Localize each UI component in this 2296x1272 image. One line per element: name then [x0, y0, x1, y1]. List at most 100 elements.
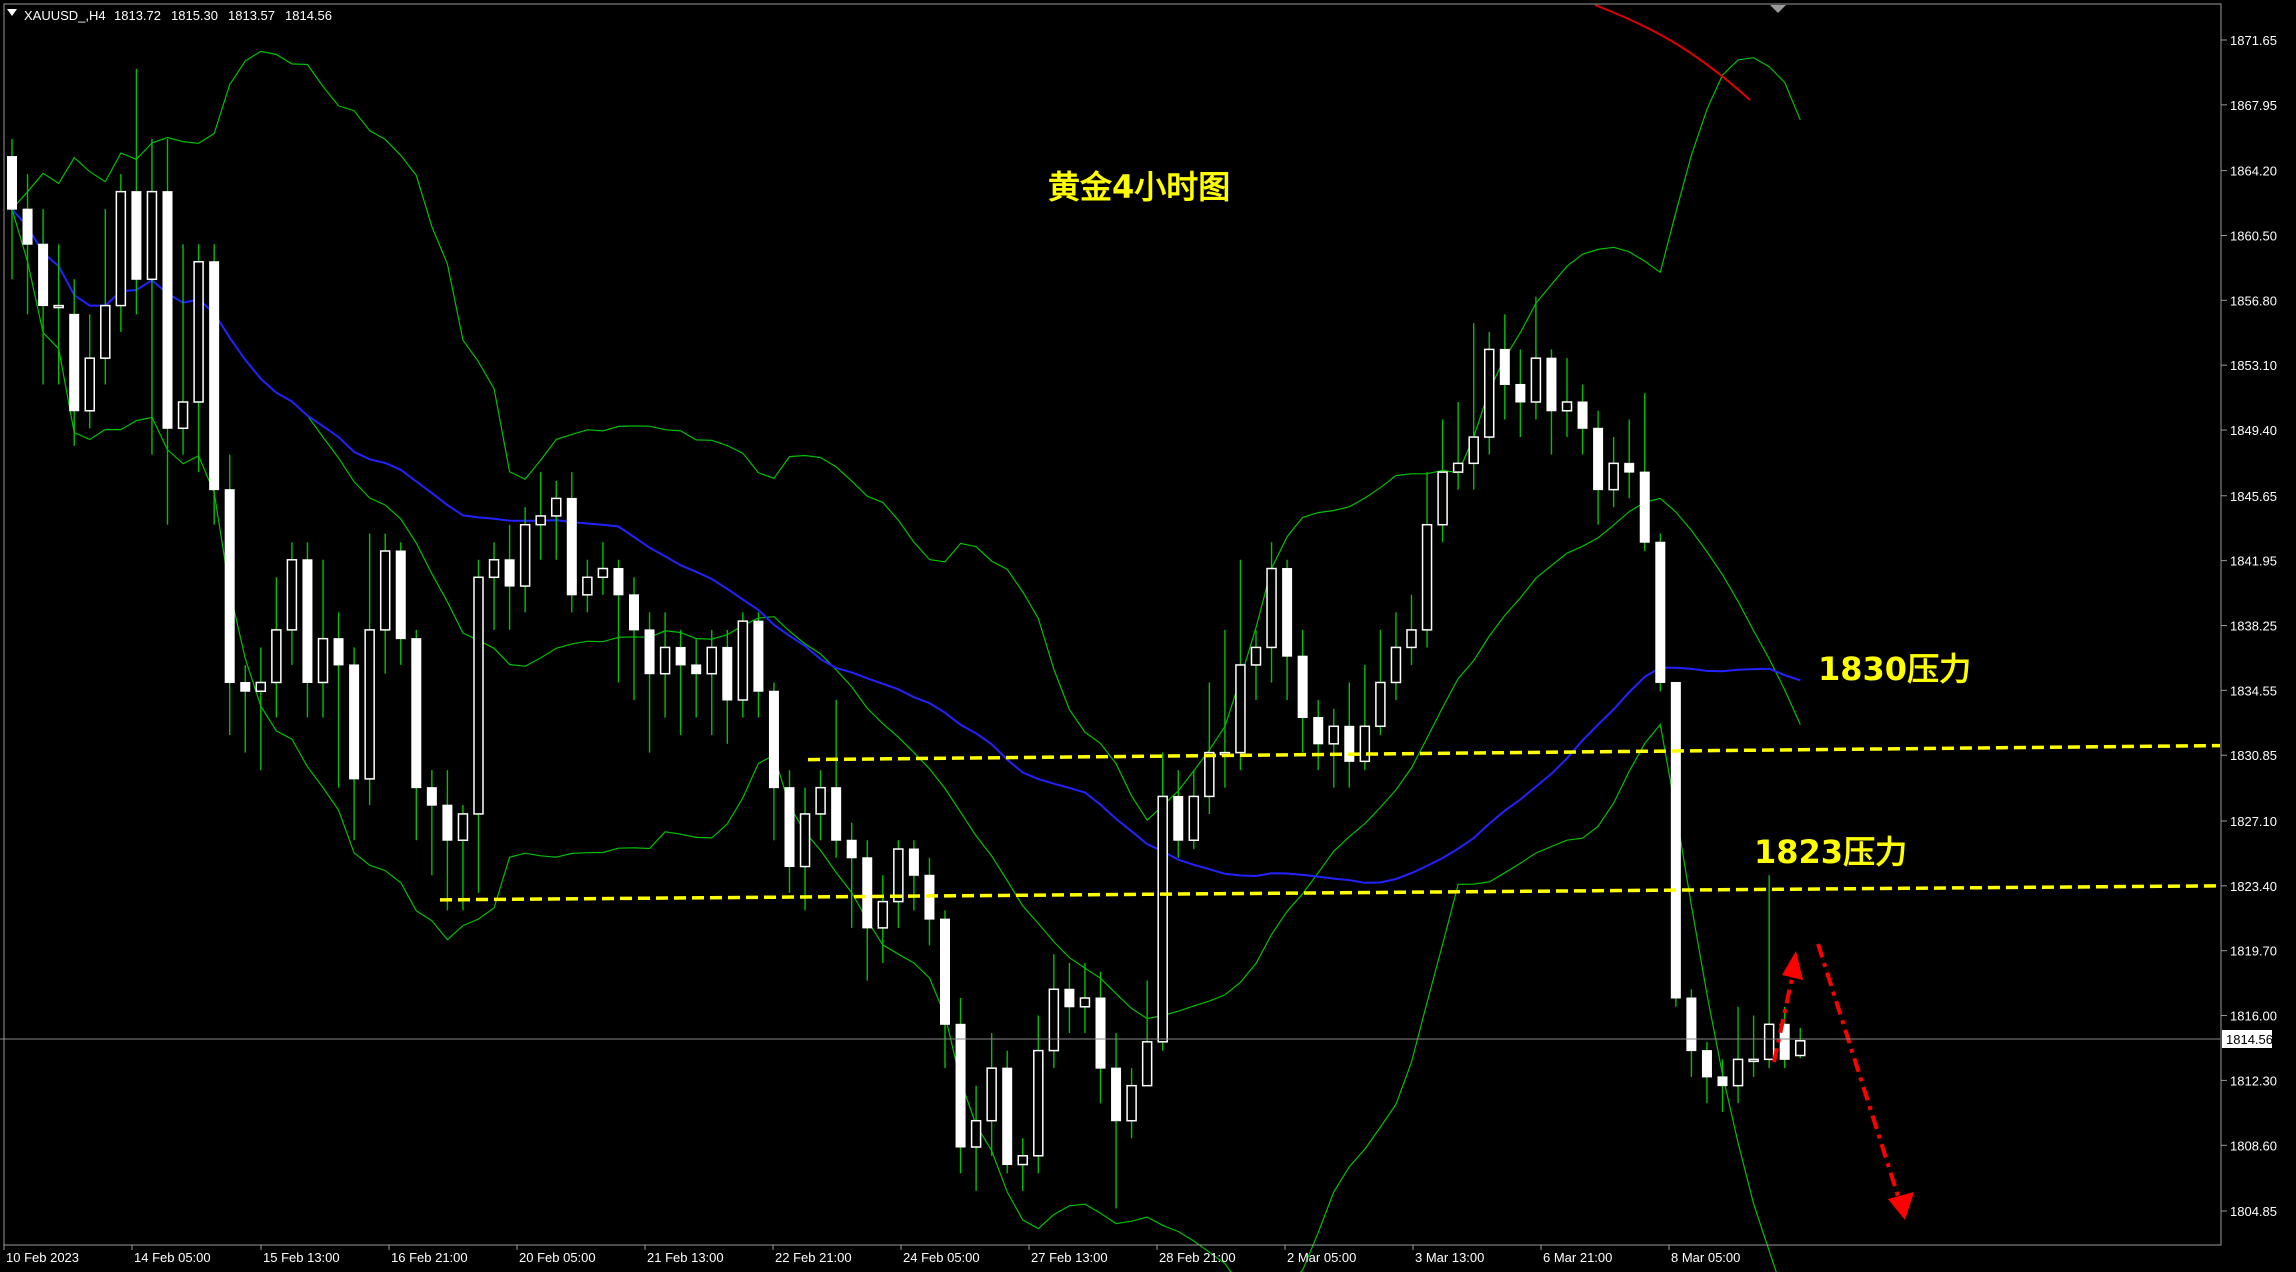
- candle-body-bear: [240, 681, 251, 692]
- candle-body-bear: [753, 620, 764, 692]
- header-close: 1814.56: [285, 8, 332, 23]
- price-tick-label: 1845.65: [2230, 489, 2277, 504]
- time-tick-label: 22 Feb 21:00: [775, 1250, 852, 1265]
- candle-body-bear: [1577, 401, 1588, 429]
- candle-body-bear: [1499, 348, 1510, 385]
- price-tick-label: 1823.40: [2230, 879, 2277, 894]
- candle-body-bull: [815, 786, 826, 815]
- price-tick-label: 1838.25: [2230, 619, 2277, 634]
- candle-body-bear: [675, 646, 686, 666]
- candle-body-bear: [333, 638, 344, 666]
- candle-body-bull: [1048, 988, 1060, 1052]
- candle-body-bull: [1468, 436, 1479, 465]
- candle-body-bear: [69, 313, 80, 412]
- candle-body-bull: [1328, 725, 1339, 745]
- candle-body-bear: [1624, 462, 1635, 473]
- candle-body-bull: [1017, 1155, 1028, 1166]
- candle-body-bear: [1655, 541, 1666, 683]
- candle-body-bull: [737, 620, 749, 701]
- candle-body-bear: [1111, 1067, 1122, 1122]
- candle-body-bear: [1313, 717, 1324, 745]
- price-tick-label: 1812.30: [2230, 1073, 2277, 1088]
- time-tick-label: 28 Feb 21:00: [1159, 1250, 1236, 1265]
- candle-body-bear: [1670, 681, 1681, 999]
- price-tick-label: 1849.40: [2230, 423, 2277, 438]
- current-price-label: 1814.56: [2226, 1032, 2273, 1047]
- label-1823-resistance: 1823压力: [1754, 833, 1907, 871]
- price-tick-label: 1830.85: [2230, 748, 2277, 763]
- candle-body-bear: [566, 497, 577, 596]
- candle-body-bull: [1188, 795, 1200, 841]
- candle-body-bear: [1686, 997, 1697, 1052]
- candle-body-bull: [706, 646, 717, 675]
- price-tick-label: 1834.55: [2230, 683, 2277, 698]
- candle-body-bull: [53, 304, 64, 309]
- candle-body-bear: [1546, 357, 1557, 412]
- candle-body-bull: [597, 567, 609, 579]
- candle-body-bear: [613, 568, 624, 596]
- candle-body-bear: [224, 489, 235, 683]
- candle-body-bear: [1064, 988, 1075, 1008]
- candle-body-bear: [38, 243, 49, 307]
- time-tick-label: 3 Mar 13:00: [1415, 1250, 1484, 1265]
- candle-body-bull: [799, 813, 811, 868]
- price-tick-label: 1864.20: [2230, 164, 2277, 179]
- candle-body-bear: [22, 208, 33, 245]
- price-tick-label: 1860.50: [2230, 228, 2277, 243]
- candle-body-bull: [1437, 471, 1448, 526]
- candle-body-bull: [1157, 795, 1168, 1043]
- price-tick-label: 1808.60: [2230, 1138, 2277, 1153]
- price-tick-label: 1804.85: [2230, 1204, 2277, 1219]
- candle-body-bull: [1126, 1084, 1137, 1122]
- candle-body-bull: [1235, 664, 1246, 754]
- candle-body-bull: [1204, 751, 1215, 798]
- candle-body-bull: [1484, 348, 1495, 438]
- candle-body-bear: [691, 664, 702, 675]
- candle-body-bear: [426, 787, 437, 806]
- candle-body-bull: [488, 559, 500, 579]
- candle-body-bear: [955, 1023, 966, 1148]
- candle-body-bear: [1639, 471, 1650, 543]
- candle-body-bear: [1297, 655, 1308, 719]
- candle-body-bull: [1033, 1049, 1044, 1157]
- candle-body-bull: [877, 900, 889, 929]
- candle-body-bear: [1701, 1050, 1712, 1078]
- candle-body-bull: [193, 261, 204, 403]
- candle-body-bull: [519, 523, 531, 587]
- candle-body-bull: [84, 357, 95, 412]
- price-tick-label: 1816.00: [2230, 1009, 2277, 1024]
- candle-body-bull: [317, 637, 329, 684]
- candle-body-bull: [1079, 997, 1091, 1008]
- candle-body-bear: [395, 550, 406, 640]
- candle-body-bull: [1266, 567, 1277, 649]
- time-tick-label: 27 Feb 13:00: [1031, 1250, 1108, 1265]
- candle-body-bear: [940, 918, 950, 1025]
- time-tick-label: 16 Feb 21:00: [391, 1250, 468, 1265]
- candle-body-bull: [970, 1119, 982, 1148]
- header-low: 1813.57: [228, 8, 275, 23]
- time-tick-label: 8 Mar 05:00: [1671, 1250, 1740, 1265]
- candle-body-bull: [1530, 357, 1542, 403]
- candle-body-bear: [644, 629, 655, 675]
- candle-body-bull: [1421, 523, 1433, 631]
- candle-body-bull: [582, 576, 593, 596]
- label-1830-resistance: 1830压力: [1818, 650, 1971, 688]
- time-tick-label: 6 Mar 21:00: [1543, 1250, 1612, 1265]
- candle-body-bull: [286, 559, 298, 631]
- time-tick-label: 2 Mar 05:00: [1287, 1250, 1356, 1265]
- candle-body-bear: [831, 787, 842, 841]
- time-tick-label: 10 Feb 2023: [6, 1250, 79, 1265]
- chart-title: 黄金4小时图: [1048, 168, 1230, 206]
- candle-body-bear: [504, 559, 515, 587]
- candle-body-bear: [1344, 725, 1355, 762]
- candle-body-bull: [1359, 725, 1371, 763]
- candle-body-bull: [146, 190, 158, 281]
- price-chart[interactable]: 1871.65 1867.95 1864.20 1860.50 1856.80 1853.…: [0, 0, 2296, 1272]
- candle-body-bull: [1390, 646, 1402, 684]
- candle-body-bear: [131, 191, 142, 280]
- candle-body-bear: [862, 857, 873, 929]
- candle-body-bear: [1002, 1067, 1013, 1166]
- price-tick-label: 1853.10: [2230, 358, 2277, 373]
- candle-body-bull: [551, 497, 562, 517]
- candle-body-bear: [442, 804, 453, 841]
